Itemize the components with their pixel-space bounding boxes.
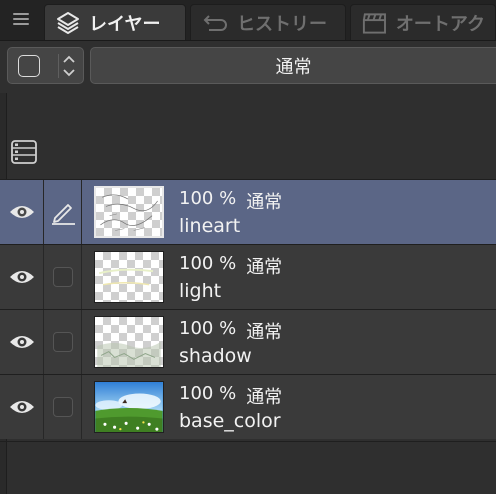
layer-name: light <box>179 280 222 302</box>
tab-auto-action-label: オートアク <box>395 13 485 35</box>
layer-info: 100 % 通常 lineart <box>179 188 282 237</box>
layer-opacity: 100 % <box>179 188 237 209</box>
layer-blend-mode: 通常 <box>246 192 283 213</box>
layer-thumbnail <box>94 381 164 433</box>
visibility-toggle[interactable] <box>0 245 44 309</box>
up-down-chevron-icon <box>63 55 75 77</box>
tab-history[interactable]: ヒストリー <box>190 4 346 40</box>
base-color-thumbnail-art <box>95 382 163 432</box>
layer-opacity: 100 % <box>179 253 237 274</box>
layer-name: lineart <box>179 215 241 237</box>
edit-target-indicator[interactable] <box>44 375 82 439</box>
layer-thumbnail <box>94 251 164 303</box>
blend-mode-select[interactable]: 通常 <box>90 47 496 84</box>
edit-target-indicator[interactable] <box>44 310 82 374</box>
layer-thumbnail <box>94 316 164 368</box>
layer-name: base_color <box>179 410 281 432</box>
layer-thumbnail <box>94 186 164 238</box>
layer-property-icon[interactable] <box>10 139 38 165</box>
visibility-toggle[interactable] <box>0 375 44 439</box>
eye-icon <box>9 206 34 218</box>
layer-opacity: 100 % <box>179 383 237 404</box>
edit-target-checkbox[interactable] <box>52 267 73 287</box>
clapperboard-icon <box>362 12 386 34</box>
visibility-toggle[interactable] <box>0 180 44 244</box>
undo-icon <box>203 14 227 31</box>
tab-auto-action[interactable]: オートアク <box>350 4 496 40</box>
layer-color-swatch <box>18 55 40 77</box>
edit-target-indicator[interactable] <box>44 180 82 244</box>
eye-icon <box>9 271 34 283</box>
panel-menu-icon[interactable] <box>10 8 32 30</box>
tab-layer-label: レイヤー <box>89 13 161 35</box>
eye-icon <box>9 336 34 348</box>
light-thumbnail-art <box>98 268 154 286</box>
divider <box>58 54 59 78</box>
pen-icon <box>51 204 75 225</box>
tab-history-label: ヒストリー <box>237 13 327 35</box>
layer-row-lineart[interactable]: 100 % 通常 lineart <box>0 179 496 244</box>
layer-blend-mode: 通常 <box>246 387 283 408</box>
panel-tab-bar: レイヤー ヒストリー オートアク <box>0 0 496 41</box>
layer-blend-mode: 通常 <box>246 322 283 343</box>
layer-info: 100 % 通常 light <box>179 253 282 302</box>
layer-info: 100 % 通常 base_color <box>179 383 282 432</box>
edit-target-checkbox[interactable] <box>52 397 73 417</box>
layer-opacity: 100 % <box>179 318 237 339</box>
edit-target-indicator[interactable] <box>44 245 82 309</box>
layer-list-bottom-border <box>0 441 496 442</box>
lineart-thumbnail-art <box>100 194 158 231</box>
edit-target-checkbox[interactable] <box>52 332 73 352</box>
layer-row-base-color[interactable]: 100 % 通常 base_color <box>0 374 496 439</box>
shadow-thumbnail-art <box>97 342 161 367</box>
layer-info: 100 % 通常 shadow <box>179 318 282 367</box>
eye-icon <box>9 401 34 413</box>
layer-color-selector[interactable] <box>7 47 84 84</box>
tab-layer[interactable]: レイヤー <box>44 4 186 40</box>
layer-name: shadow <box>179 345 252 367</box>
layer-row-shadow[interactable]: 100 % 通常 shadow <box>0 309 496 374</box>
layer-row-light[interactable]: 100 % 通常 light <box>0 244 496 309</box>
layer-blend-mode: 通常 <box>246 257 283 278</box>
layers-icon <box>57 11 79 34</box>
blend-mode-value: 通常 <box>275 56 312 78</box>
visibility-toggle[interactable] <box>0 310 44 374</box>
